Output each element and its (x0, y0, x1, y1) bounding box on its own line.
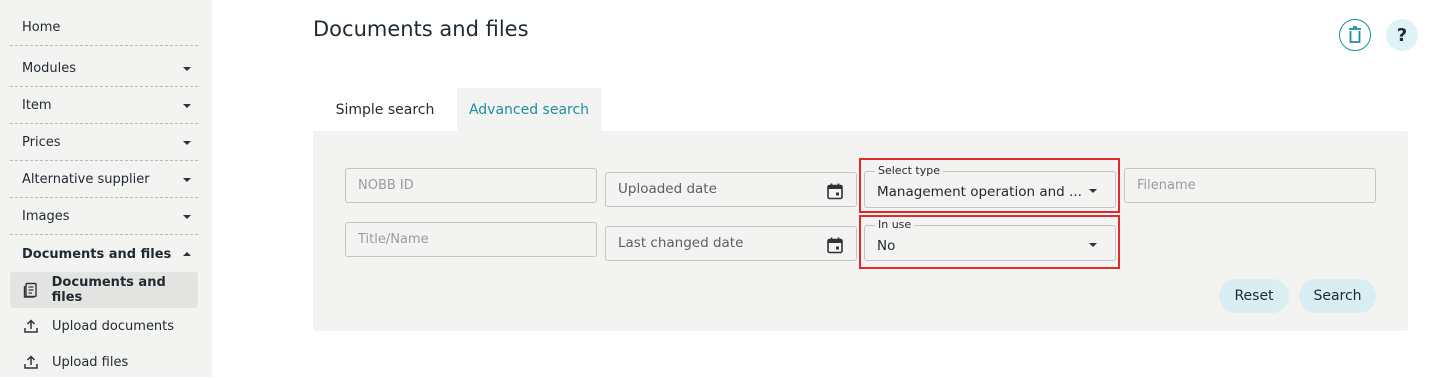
sidebar-item-label: Modules (22, 61, 77, 76)
trash-icon (1349, 26, 1361, 43)
chevron-down-icon (183, 177, 191, 182)
sidebar-item-alternative-supplier[interactable]: Alternative supplier (10, 162, 198, 198)
chevron-down-icon (1089, 189, 1097, 193)
sidebar-item-label: Images (22, 209, 70, 224)
tab-advanced-search[interactable]: Advanced search (457, 88, 601, 131)
delete-button[interactable] (1339, 19, 1371, 51)
chevron-down-icon (183, 140, 191, 145)
in-use-value: No (877, 238, 896, 254)
sidebar-item-label: Home (22, 20, 61, 35)
tab-label: Simple search (335, 101, 435, 118)
uploaded-date-field[interactable] (605, 172, 857, 207)
sidebar-subitem-documents-and-files[interactable]: Documents and files (10, 272, 198, 308)
sidebar-subitem-upload-files[interactable]: Upload files (10, 344, 198, 380)
sidebar-subitem-label: Upload files (52, 354, 129, 370)
sidebar-item-label: Item (22, 98, 52, 113)
sidebar-item-images[interactable]: Images (10, 199, 198, 235)
title-name-field[interactable] (345, 222, 597, 257)
upload-icon (22, 317, 40, 335)
uploaded-date-input[interactable] (606, 173, 856, 206)
sidebar-item-label: Prices (22, 135, 61, 150)
in-use-dropdown[interactable]: In use No (864, 218, 1116, 261)
select-type-value: Management operation and ... (877, 184, 1082, 200)
chevron-down-icon (183, 66, 191, 71)
select-type-label: Select type (875, 164, 944, 178)
help-icon: ? (1396, 24, 1408, 46)
page-title: Documents and files (313, 17, 529, 41)
calendar-icon[interactable] (826, 236, 844, 254)
calendar-icon[interactable] (826, 182, 844, 200)
chevron-up-icon (183, 252, 191, 256)
chevron-down-icon (183, 214, 191, 219)
sidebar-subitem-label: Documents and files (51, 275, 166, 305)
sidebar-item-item[interactable]: Item (10, 88, 198, 124)
sidebar-item-prices[interactable]: Prices (10, 125, 198, 161)
sidebar-item-home[interactable]: Home (10, 10, 198, 46)
chevron-down-icon (1089, 243, 1097, 247)
sidebar-item-label: Alternative supplier (22, 172, 150, 187)
nobb-id-input[interactable] (346, 169, 596, 202)
select-type-dropdown[interactable]: Select type Management operation and ... (864, 164, 1116, 208)
sidebar-item-label: Documents and files (22, 246, 172, 262)
sidebar-item-modules[interactable]: Modules (10, 51, 198, 87)
chevron-down-icon (183, 103, 191, 108)
tab-label: Advanced search (468, 101, 590, 118)
sidebar: Home Modules Item Prices Alternative sup… (0, 0, 212, 377)
sidebar-item-documents-and-files[interactable]: Documents and files (10, 236, 198, 272)
in-use-label: In use (875, 218, 915, 232)
sidebar-subitem-label: Upload documents (52, 318, 175, 334)
filename-input[interactable] (1125, 169, 1375, 202)
search-button[interactable]: Search (1299, 279, 1376, 313)
sidebar-subitem-upload-documents[interactable]: Upload documents (10, 308, 198, 344)
last-changed-date-input[interactable] (606, 227, 856, 260)
title-name-input[interactable] (346, 223, 596, 256)
document-icon (22, 281, 40, 299)
help-button[interactable]: ? (1386, 19, 1418, 51)
nobb-id-field[interactable] (345, 168, 597, 203)
last-changed-date-field[interactable] (605, 226, 857, 261)
reset-button[interactable]: Reset (1219, 279, 1289, 313)
filename-field[interactable] (1124, 168, 1376, 203)
tab-simple-search[interactable]: Simple search (313, 88, 457, 131)
upload-icon (22, 353, 40, 371)
